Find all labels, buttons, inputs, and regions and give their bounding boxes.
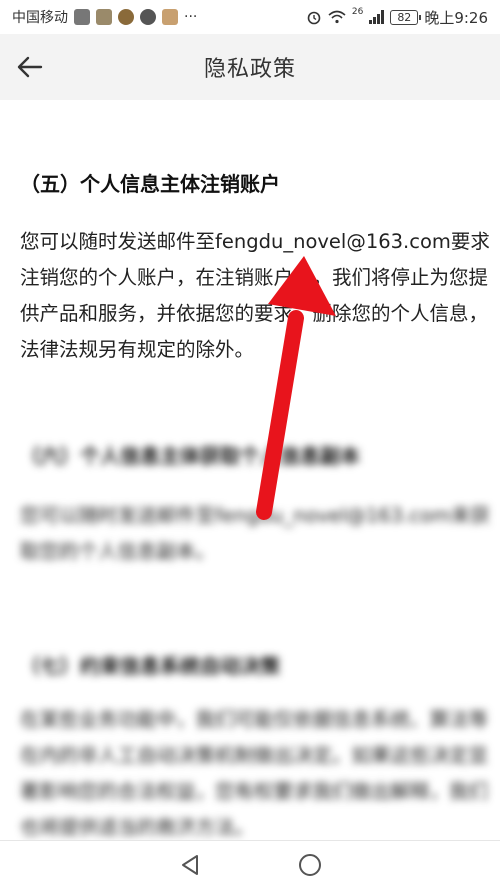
battery-level: 82 xyxy=(397,10,412,24)
signal-icon xyxy=(369,10,385,24)
nav-back-button[interactable] xyxy=(170,845,210,885)
notification-app-icon xyxy=(74,9,90,25)
section-heading: （五）个人信息主体注销账户 xyxy=(20,172,280,196)
status-left: 中国移动 ··· xyxy=(12,7,197,27)
section-body: 在某些业务功能中，我们可能仅依据信息系统、算法等在内的非人工自动决策机制做出决定… xyxy=(20,708,489,839)
back-button[interactable] xyxy=(10,47,50,87)
clock: 晚上9:26 xyxy=(424,8,488,27)
notification-app-icon xyxy=(96,9,112,25)
status-right: 26 82 晚上9:26 xyxy=(306,7,488,28)
nav-home-button[interactable] xyxy=(290,845,330,885)
chat-bubble-icon xyxy=(140,9,156,25)
section-heading: （六）个人信息主体获取个人信息副本 xyxy=(20,444,360,468)
notification-app-icon xyxy=(162,9,178,25)
triangle-back-icon xyxy=(182,855,198,875)
status-bar: 中国移动 ··· 26 82 晚上9:26 xyxy=(0,0,500,34)
section-heading: （七）约束信息系统自动决策 xyxy=(20,654,280,678)
back-arrow-icon xyxy=(17,56,43,78)
policy-content[interactable]: （五）个人信息主体注销账户 您可以随时发送邮件至fengdu_novel@163… xyxy=(0,100,500,840)
more-notifications: ··· xyxy=(184,9,198,25)
page-title: 隐私政策 xyxy=(203,57,296,82)
notification-app-icon xyxy=(118,9,134,25)
carrier-label: 中国移动 xyxy=(12,10,68,26)
wifi-icon xyxy=(328,10,346,24)
battery-icon: 82 xyxy=(390,9,422,25)
circle-home-icon xyxy=(299,854,321,876)
network-type: 26 xyxy=(351,6,364,17)
alarm-icon xyxy=(307,11,321,25)
system-nav-bar xyxy=(0,840,500,889)
section-body: 您可以随时发送邮件至fengdu_novel@163.com来获取您的个人信息副… xyxy=(20,504,490,563)
section-body: 您可以随时发送邮件至fengdu_novel@163.com要求注销您的个人账户… xyxy=(20,230,490,361)
header: 隐私政策 xyxy=(0,34,500,100)
